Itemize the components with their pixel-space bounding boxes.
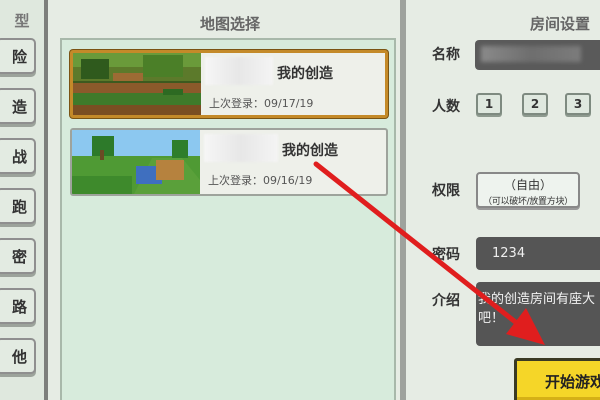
redacted-text	[205, 57, 273, 85]
map-last-login: 上次登录：09/16/19	[208, 174, 313, 187]
intro-label: 介绍	[432, 293, 460, 309]
room-settings-title: 房间设置	[530, 15, 591, 33]
redacted-text	[481, 46, 581, 62]
map-card-2[interactable]: 我的创造 上次登录：09/16/19	[70, 128, 388, 196]
category-column: 型 险 造 战 跑 密 路 他	[0, 0, 48, 400]
map-thumbnail	[72, 130, 200, 194]
intro-text-line1: 我的创造房间有座大	[478, 292, 596, 307]
players-label: 人数	[432, 99, 460, 115]
map-select-title: 地图选择	[199, 15, 260, 33]
category-puzzle-button[interactable]: 密	[0, 238, 36, 274]
category-parkour-button[interactable]: 跑	[0, 188, 36, 224]
players-3-button[interactable]: 3	[565, 93, 591, 115]
map-name: 我的创造	[282, 143, 338, 159]
map-name: 我的创造	[277, 66, 333, 82]
category-title: 型	[14, 12, 30, 30]
permission-value: （自由）	[503, 178, 552, 192]
permission-description: （可以破坏/放置方块）	[483, 197, 573, 207]
map-last-login: 上次登录：09/17/19	[209, 97, 314, 110]
category-battle-button[interactable]: 战	[0, 138, 36, 174]
players-1-button[interactable]: 1	[476, 93, 502, 115]
intro-field[interactable]: 我的创造房间有座大 吧！	[476, 282, 600, 346]
players-2-button[interactable]: 2	[522, 93, 548, 115]
map-list-panel[interactable]: 我的创造 上次登录：09/17/19 我的创造 上次登录：09/16/19	[60, 38, 396, 400]
permission-label: 权限	[432, 183, 460, 199]
map-thumbnail	[73, 53, 201, 115]
start-game-button[interactable]: 开始游戏	[514, 358, 600, 400]
intro-text-line2: 吧！	[478, 311, 505, 326]
panel-divider	[400, 0, 406, 400]
password-field[interactable]: 1234	[476, 237, 600, 270]
permission-button[interactable]: （自由） （可以破坏/放置方块）	[476, 172, 580, 208]
category-adventure-button[interactable]: 险	[0, 38, 36, 74]
name-label: 名称	[432, 47, 460, 63]
redacted-text	[204, 134, 278, 162]
map-card-1[interactable]: 我的创造 上次登录：09/17/19	[70, 50, 388, 118]
password-label: 密码	[432, 247, 460, 263]
room-name-field[interactable]	[475, 40, 600, 70]
category-circuit-button[interactable]: 路	[0, 288, 36, 324]
category-create-button[interactable]: 造	[0, 88, 36, 124]
category-other-button[interactable]: 他	[0, 338, 36, 374]
